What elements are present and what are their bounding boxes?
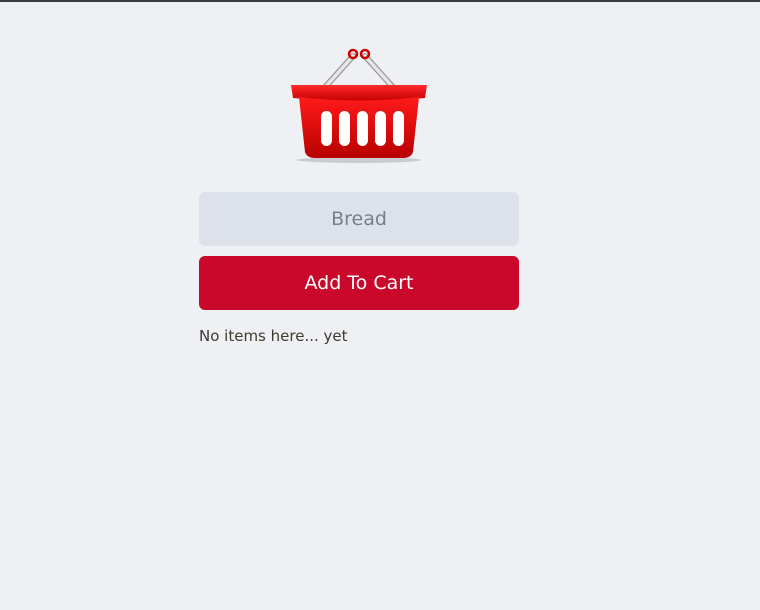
- shopping-basket-icon: [291, 48, 427, 163]
- shopping-cart-app: Add To Cart No items here... yet: [199, 44, 519, 360]
- add-to-cart-button[interactable]: Add To Cart: [199, 256, 519, 310]
- item-input[interactable]: [199, 192, 519, 246]
- basket-logo: [199, 44, 519, 168]
- window-top-border: [0, 0, 760, 2]
- empty-cart-message: No items here... yet: [199, 327, 348, 345]
